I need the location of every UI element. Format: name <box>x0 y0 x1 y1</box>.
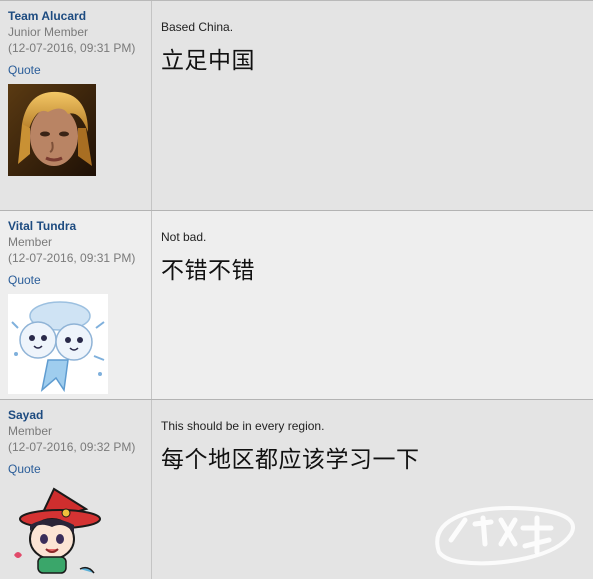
message-english: Not bad. <box>161 230 207 244</box>
avatar <box>14 487 101 574</box>
forum-post: Sayad Member (12-07-2016, 09:32 PM) Quot… <box>0 400 593 579</box>
forum-post: Team Alucard Junior Member (12-07-2016, … <box>0 1 593 211</box>
post-message: This should be in every region. 每个地区都应该学… <box>152 400 593 579</box>
forum-thread: Team Alucard Junior Member (12-07-2016, … <box>0 0 593 579</box>
post-message: Not bad. 不错不错 <box>152 211 593 399</box>
post-author-panel: Vital Tundra Member (12-07-2016, 09:31 P… <box>0 211 152 399</box>
message-chinese: 每个地区都应该学习一下 <box>161 447 420 473</box>
site-watermark-logo <box>435 506 575 566</box>
post-message: Based China. 立足中国 <box>152 1 593 210</box>
quote-button[interactable]: Quote <box>8 62 151 78</box>
message-chinese: 不错不错 <box>161 258 255 284</box>
post-timestamp: (12-07-2016, 09:31 PM) <box>8 251 136 265</box>
forum-post: Vital Tundra Member (12-07-2016, 09:31 P… <box>0 211 593 400</box>
message-english: Based China. <box>161 20 234 34</box>
post-author-name[interactable]: Vital Tundra <box>8 219 151 234</box>
post-author-name[interactable]: Sayad <box>8 408 151 423</box>
post-author-rank: Member <box>8 424 53 438</box>
post-author-name[interactable]: Team Alucard <box>8 9 151 24</box>
post-timestamp: (12-07-2016, 09:31 PM) <box>8 41 136 55</box>
avatar <box>8 84 96 176</box>
message-english: This should be in every region. <box>161 419 325 433</box>
avatar <box>8 294 108 394</box>
post-author-panel: Sayad Member (12-07-2016, 09:32 PM) Quot… <box>0 400 152 579</box>
quote-button[interactable]: Quote <box>8 272 151 288</box>
quote-button[interactable]: Quote <box>8 461 151 477</box>
post-timestamp: (12-07-2016, 09:32 PM) <box>8 440 136 454</box>
message-chinese: 立足中国 <box>161 48 255 74</box>
post-author-rank: Junior Member <box>8 25 89 39</box>
post-author-panel: Team Alucard Junior Member (12-07-2016, … <box>0 1 152 210</box>
post-author-rank: Member <box>8 235 53 249</box>
